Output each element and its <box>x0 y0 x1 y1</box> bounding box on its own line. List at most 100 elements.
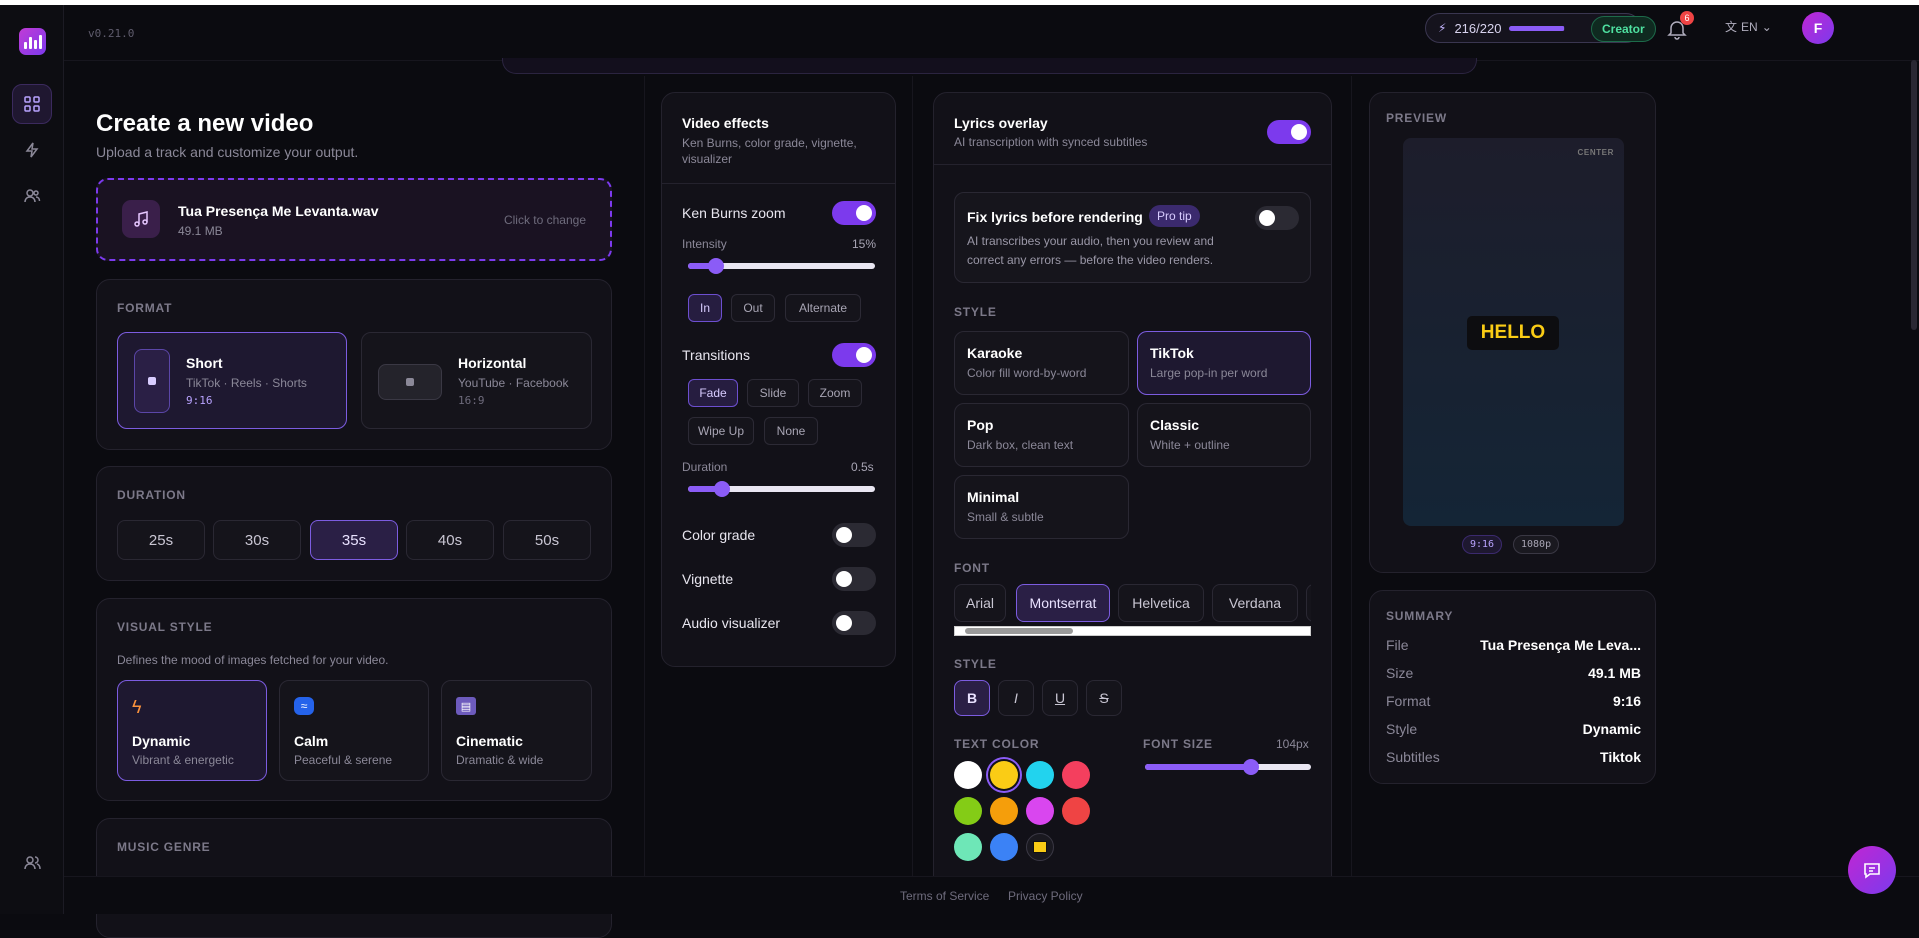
scrollbar-thumb[interactable] <box>965 628 1073 634</box>
credits-count: 216/220 <box>1454 20 1502 36</box>
transition-option[interactable]: Wipe Up <box>688 417 754 445</box>
format-ratio: 16:9 <box>458 394 485 407</box>
duration-option[interactable]: 50s <box>503 520 591 560</box>
vignette-toggle[interactable] <box>832 567 876 591</box>
credits-bar <box>1509 25 1566 31</box>
text-color-swatch[interactable] <box>1062 797 1090 825</box>
privacy-link[interactable]: Privacy Policy <box>1008 889 1083 903</box>
text-color-swatch[interactable] <box>990 833 1018 861</box>
lightning-icon: ϟ <box>132 697 142 717</box>
lyrics-style-classic[interactable]: Classic White + outline <box>1137 403 1311 467</box>
summary-key: Style <box>1386 721 1418 737</box>
summary-value: Tiktok <box>1600 749 1641 765</box>
video-effects-description: Ken Burns, color grade, vignette, visual… <box>682 136 857 166</box>
chat-support-icon[interactable] <box>1848 846 1896 894</box>
box-color-swatch[interactable] <box>1026 833 1054 861</box>
visual-style-name: Calm <box>294 733 329 749</box>
duration-label: DURATION <box>117 488 186 502</box>
summary-value: 49.1 MB <box>1588 665 1641 681</box>
summary-panel: SUMMARY File Tua Presença Me Leva... Size 4… <box>1369 590 1656 784</box>
divider <box>934 164 1331 165</box>
terms-link[interactable]: Terms of Service <box>900 889 989 903</box>
music-note-icon <box>122 200 160 238</box>
text-color-swatch[interactable] <box>954 797 982 825</box>
lyrics-style-tiktok[interactable]: TikTok Large pop-in per word <box>1137 331 1311 395</box>
duration-panel: DURATION 25s 30s 35s 40s 50s <box>96 466 612 581</box>
text-color-swatch[interactable] <box>1026 761 1054 789</box>
plan-badge[interactable]: Creator <box>1591 16 1656 42</box>
lyrics-style-pop[interactable]: Pop Dark box, clean text <box>954 403 1129 467</box>
font-option[interactable]: Verdana <box>1212 584 1298 622</box>
lyrics-style-karaoke[interactable]: Karaoke Color fill word-by-word <box>954 331 1129 395</box>
lyrics-overlay-panel: Lyrics overlay AI transcription with syn… <box>933 92 1332 892</box>
text-color-swatch[interactable] <box>990 797 1018 825</box>
transition-option[interactable]: None <box>764 417 818 445</box>
change-file-label[interactable]: Click to change <box>504 213 586 227</box>
lightning-icon: ⚡ <box>1438 21 1447 35</box>
font-option-clipped[interactable] <box>1306 584 1311 622</box>
transition-option[interactable]: Slide <box>747 379 799 407</box>
transitions-label: Transitions <box>682 347 750 363</box>
summary-row: Style Dynamic <box>1386 721 1641 737</box>
text-color-swatch[interactable] <box>954 833 982 861</box>
audio-visualizer-label: Audio visualizer <box>682 615 781 631</box>
strikethrough-button[interactable]: S <box>1086 680 1122 716</box>
fix-lyrics-toggle[interactable] <box>1255 206 1299 230</box>
lightning-icon[interactable] <box>12 130 52 170</box>
bold-button[interactable]: B <box>954 680 990 716</box>
lyrics-overlay-toggle[interactable] <box>1267 120 1311 144</box>
transition-duration-slider[interactable] <box>688 481 875 497</box>
font-carousel[interactable]: Arial Montserrat Helvetica Verdana <box>954 584 1311 626</box>
color-grade-toggle[interactable] <box>832 523 876 547</box>
app-logo-icon[interactable] <box>19 28 46 55</box>
format-option-short[interactable]: Short TikTok · Reels · Shorts 9:16 <box>117 332 347 429</box>
summary-value: Tua Presença Me Leva... <box>1480 637 1641 653</box>
lyrics-style-name: Minimal <box>967 489 1020 505</box>
duration-option[interactable]: 35s <box>310 520 398 560</box>
font-option[interactable]: Montserrat <box>1016 584 1110 622</box>
zoom-direction-option[interactable]: Out <box>731 294 775 322</box>
font-option[interactable]: Arial <box>954 584 1006 622</box>
lyrics-style-name: TikTok <box>1150 345 1194 361</box>
text-color-swatch[interactable] <box>1026 797 1054 825</box>
page-title: Create a new video <box>96 110 314 137</box>
font-size-slider[interactable] <box>1145 759 1311 775</box>
transition-duration-label: Duration <box>682 460 728 474</box>
transitions-toggle[interactable] <box>832 343 876 367</box>
intensity-slider[interactable] <box>688 258 875 274</box>
visual-style-dynamic[interactable]: ϟ Dynamic Vibrant & energetic <box>117 680 267 781</box>
text-color-swatch[interactable] <box>990 761 1018 789</box>
duration-option[interactable]: 30s <box>213 520 301 560</box>
visual-style-name: Cinematic <box>456 733 523 749</box>
team-icon[interactable] <box>12 843 52 883</box>
language-selector[interactable]: 文 EN ⌄ <box>1725 18 1772 35</box>
visual-style-description: Defines the mood of images fetched for y… <box>117 653 389 667</box>
zoom-direction-option[interactable]: Alternate <box>785 294 861 322</box>
page-scrollbar[interactable] <box>1911 60 1917 330</box>
track-upload-dropzone[interactable]: Tua Presença Me Levanta.wav 49.1 MB Clic… <box>96 178 612 261</box>
audio-visualizer-toggle[interactable] <box>832 611 876 635</box>
duration-option[interactable]: 25s <box>117 520 205 560</box>
italic-button[interactable]: I <box>998 680 1034 716</box>
transition-option[interactable]: Fade <box>688 379 738 407</box>
transition-option[interactable]: Zoom <box>808 379 862 407</box>
duration-option[interactable]: 40s <box>406 520 494 560</box>
text-color-swatch[interactable] <box>954 761 982 789</box>
visual-style-calm[interactable]: ≈ Calm Peaceful & serene <box>279 680 429 781</box>
users-icon[interactable] <box>12 176 52 216</box>
lyrics-style-minimal[interactable]: Minimal Small & subtle <box>954 475 1129 539</box>
visual-style-cinematic[interactable]: ▤ Cinematic Dramatic & wide <box>441 680 592 781</box>
font-option[interactable]: Helvetica <box>1118 584 1204 622</box>
underline-button[interactable]: U <box>1042 680 1078 716</box>
subtitle-sample: HELLO <box>1467 316 1559 350</box>
dashboard-grid-icon[interactable] <box>12 84 52 124</box>
user-avatar[interactable]: F <box>1802 12 1834 44</box>
zoom-direction-option[interactable]: In <box>688 294 722 322</box>
column-divider <box>644 76 645 876</box>
format-option-horizontal[interactable]: Horizontal YouTube · Facebook 16:9 <box>361 332 592 429</box>
text-color-swatch[interactable] <box>1062 761 1090 789</box>
column-divider <box>1351 76 1352 876</box>
divider <box>662 183 895 184</box>
ken-burns-toggle[interactable] <box>832 201 876 225</box>
font-carousel-scrollbar[interactable] <box>954 626 1311 636</box>
